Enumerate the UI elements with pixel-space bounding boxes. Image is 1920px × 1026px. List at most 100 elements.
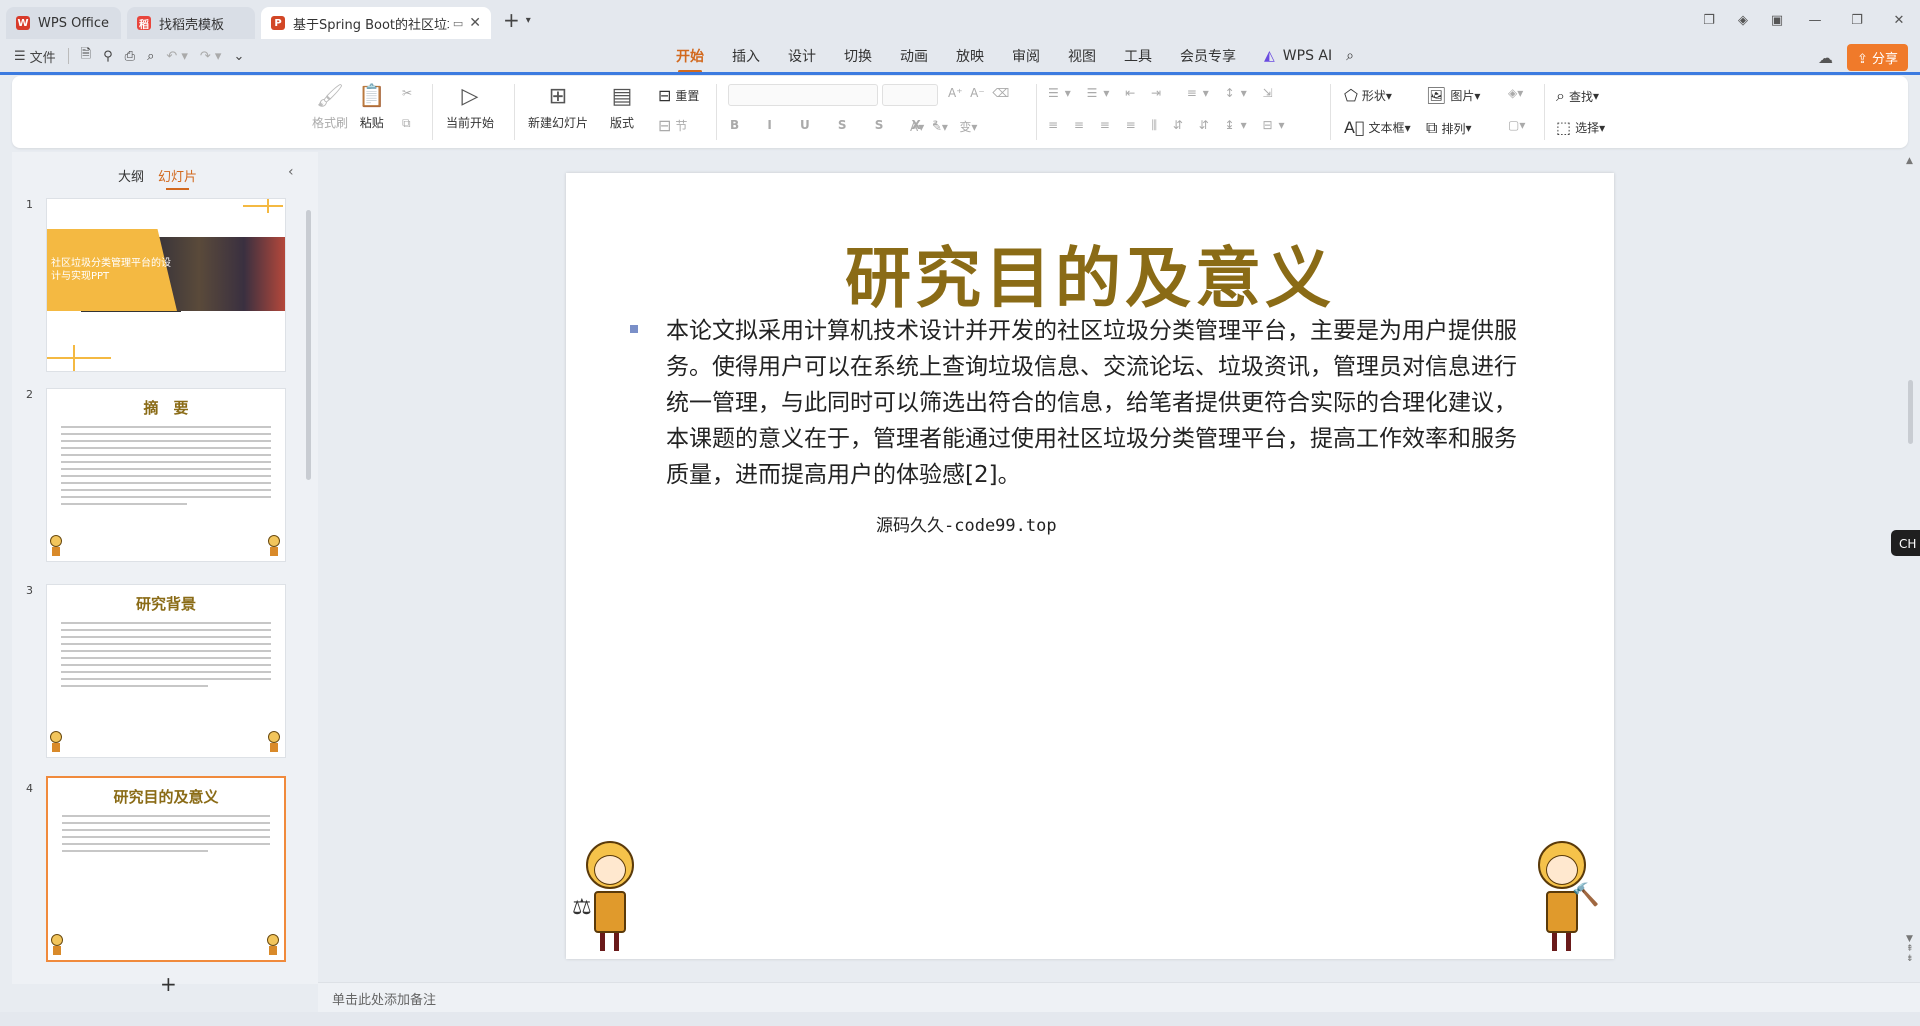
start-current-button[interactable]: ▷ 当前开始 [446,84,494,131]
menu-slideshow[interactable]: 放映 [956,46,984,66]
new-tab-icon[interactable]: + [503,8,520,32]
slide-thumbnail-1[interactable]: 社区垃圾分类管理平台的设计与实现PPT [46,198,286,372]
menu-design[interactable]: 设计 [788,46,816,66]
restore-icon[interactable]: ❐ [1836,13,1878,28]
font-size-select[interactable] [882,84,938,106]
divider [67,48,69,64]
tab-template[interactable]: 稻 找稻壳模板 [127,7,255,39]
slide-title[interactable]: 研究目的及意义 [566,225,1614,321]
notes-placeholder[interactable]: 单击此处添加备注 [332,989,436,1008]
tab-slides[interactable]: 幻灯片 [158,166,197,190]
watermark-text[interactable]: 源码久久-code99.top [876,511,1057,536]
slide-thumbnail-3[interactable]: 研究背景 [46,584,286,758]
picture-button[interactable]: 🖼 图片 ▾ [1426,86,1480,105]
paragraph-controls-1[interactable]: ☰▾ ☰▾ ⇤ ⇥ ≡▾ ↕▾ ⇲ [1048,86,1279,100]
layout-button[interactable]: ▤ 版式 [610,84,634,131]
monitor-icon[interactable]: ▭ [453,17,463,30]
select-button[interactable]: ⬚ 选择 ▾ [1556,118,1605,137]
start-current-label: 当前开始 [446,116,495,130]
page-nav-icon[interactable]: ▼ ⇞ ⇟ [1906,934,1914,964]
paste-label: 粘贴 [359,116,384,130]
search-icon[interactable]: ⌕ [1346,48,1354,64]
hamburger-icon[interactable]: ☰ [14,49,26,64]
find-button[interactable]: ⌕ 查找 ▾ [1556,86,1599,106]
menu-insert[interactable]: 插入 [732,46,760,66]
more-chevron-icon[interactable]: ⌄ [233,49,244,64]
tab-document[interactable]: P 基于Spring Boot的社区垃圾 ▭ ✕ [261,7,491,39]
window-controls: ❐ ◈ ▣ — ❐ ✕ [1692,0,1920,40]
picture-label: 图片 [1450,89,1475,103]
cube-icon[interactable]: ◈ [1726,13,1760,28]
font-color-controls[interactable]: A▾ ✎▾ 变▾ [910,118,977,135]
tab-outline[interactable]: 大纲 [118,166,144,185]
ime-indicator[interactable]: CH ◗ 简 [1891,530,1920,556]
menu-animation[interactable]: 动画 [900,46,928,66]
slide-body-text[interactable]: 本论文拟采用计算机技术设计并开发的社区垃圾分类管理平台，主要是为用户提供服务。使… [666,313,1536,493]
window-layout-icon[interactable]: ❐ [1692,13,1726,28]
slide-canvas[interactable]: 研究目的及意义 本论文拟采用计算机技术设计并开发的社区垃圾分类管理平台，主要是为… [566,173,1614,959]
share-icon: ⇪ [1856,52,1872,67]
divider [716,84,717,140]
menu-transition[interactable]: 切换 [844,46,872,66]
format-painter-label: 格式刷 [312,116,349,130]
menu-member[interactable]: 会员专享 [1180,46,1236,66]
paste-button[interactable]: 📋 粘贴 [358,84,385,131]
copy-icon[interactable]: ⧉ [402,116,411,131]
menu-tools[interactable]: 工具 [1124,46,1152,66]
shape-label: 形状 [1361,89,1386,103]
file-menu[interactable]: 文件 [30,47,56,66]
slide-text-preview [48,807,284,865]
shape-button[interactable]: ⬠ 形状 ▾ [1344,86,1392,105]
status-bar [0,1012,1920,1026]
judge-character-scales: ⚖ [572,841,640,953]
menu-view[interactable]: 视图 [1068,46,1096,66]
tab-wps-office[interactable]: W WPS Office [6,7,121,39]
outline-icon[interactable]: ▢▾ [1508,118,1525,132]
decor-line [47,357,111,359]
redo-icon[interactable]: ↷ ▾ [200,49,222,64]
collapse-panel-icon[interactable]: ‹ [288,164,294,180]
section-button[interactable]: ⊟ 节 [658,116,687,135]
scroll-up-icon[interactable]: ▲ [1906,156,1913,166]
share-button[interactable]: ⇪ 分享 [1846,44,1908,71]
close-icon[interactable]: ✕ [1878,13,1920,28]
reset-button[interactable]: ⊟ 重置 [658,86,699,105]
textbox-button[interactable]: A⃞ 文本框 ▾ [1344,118,1411,137]
undo-icon[interactable]: ↶ ▾ [166,49,188,64]
slide-thumbnail-4[interactable]: 研究目的及意义 [46,776,286,962]
format-painter-button[interactable]: 🖌 格式刷 [312,84,348,131]
slide-thumbnail-2[interactable]: 摘 要 [46,388,286,562]
arrange-button[interactable]: ⧉ 排列 ▾ [1426,118,1471,138]
font-size-controls[interactable]: A⁺ A⁻ ⌫ [948,86,1009,100]
close-tab-icon[interactable]: ✕ [469,15,481,31]
panel-scrollbar[interactable] [306,210,311,480]
key-icon[interactable]: ⚲ [103,49,113,64]
add-slide-button[interactable]: + [160,972,177,996]
font-family-select[interactable] [728,84,878,106]
cut-icon[interactable]: ✂ [402,86,412,100]
save-icon[interactable]: 🗎 [81,45,91,67]
notes-pane[interactable]: 单击此处添加备注 [318,982,1920,1012]
new-slide-button[interactable]: ⊞ 新建幻灯片 [528,84,588,131]
minimize-icon[interactable]: — [1794,13,1836,28]
new-slide-label: 新建幻灯片 [528,116,589,130]
menu-home[interactable]: 开始 [676,46,704,73]
print-preview-icon[interactable]: ⌕ [147,49,154,64]
wps-ai-icon: ◭ [1264,48,1275,64]
chevron-down-icon[interactable]: ▾ [526,15,531,26]
tab-label: WPS Office [38,15,110,31]
avatar[interactable]: ▣ [1760,13,1794,28]
arrange-icon: ⧉ [1426,118,1438,137]
print-icon[interactable]: ⎙ [125,49,135,64]
paragraph-controls-2[interactable]: ≡ ≡ ≡ ≡ ⫼ ⇵ ⇵ ↨▾ ⊟▾ [1048,118,1291,133]
slide-number: 2 [26,388,33,401]
divider [514,84,515,140]
main-scrollbar[interactable] [1908,380,1913,444]
divider [1330,84,1331,140]
cloud-icon[interactable]: ☁ [1818,49,1833,67]
menu-wps-ai[interactable]: WPS AI [1283,48,1332,64]
textbox-label: 文本框 [1368,121,1405,135]
fill-icon[interactable]: ◈▾ [1508,86,1523,100]
panel-tabs: 大纲 幻灯片 [118,166,197,190]
menu-review[interactable]: 审阅 [1012,46,1040,66]
